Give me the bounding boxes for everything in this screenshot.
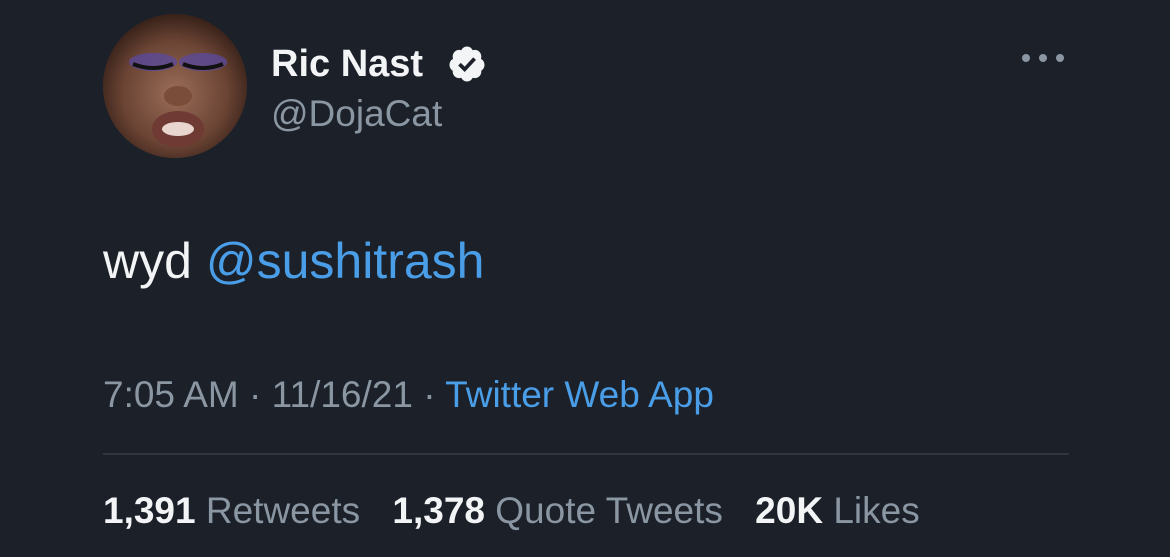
tweet-text: wyd @sushitrash: [103, 232, 484, 290]
tweet-card: Ric Nast @DojaCat wyd @sushitrash 7:05 A…: [0, 0, 1170, 557]
likes-stat[interactable]: 20K Likes: [755, 490, 920, 531]
tweet-meta: 7:05 AM · 11/16/21 · Twitter Web App: [103, 372, 714, 418]
tweet-time[interactable]: 7:05 AM: [103, 374, 239, 415]
quote-tweets-stat[interactable]: 1,378 Quote Tweets: [392, 490, 723, 531]
divider: [103, 453, 1069, 455]
tweet-body: wyd: [103, 233, 192, 289]
author-display-name[interactable]: Ric Nast: [271, 42, 423, 86]
author-handle[interactable]: @DojaCat: [271, 92, 442, 136]
quote-tweets-count: 1,378: [392, 490, 485, 531]
separator: ·: [423, 374, 436, 415]
quote-tweets-label: Quote Tweets: [495, 490, 723, 531]
dot: [1022, 54, 1030, 62]
mention-link[interactable]: @sushitrash: [206, 233, 485, 289]
retweets-stat[interactable]: 1,391 Retweets: [103, 490, 360, 531]
more-options-icon[interactable]: [1022, 48, 1064, 68]
dot: [1056, 54, 1064, 62]
tweet-stats: 1,391 Retweets 1,378 Quote Tweets 20K Li…: [103, 488, 942, 534]
likes-count: 20K: [755, 490, 824, 531]
dot: [1039, 54, 1047, 62]
tweet-date[interactable]: 11/16/21: [272, 374, 413, 415]
likes-label: Likes: [833, 490, 920, 531]
retweets-label: Retweets: [205, 490, 361, 531]
tweet-source-link[interactable]: Twitter Web App: [445, 374, 714, 415]
avatar-image: [103, 14, 247, 158]
separator: ·: [249, 374, 262, 415]
retweets-count: 1,391: [103, 490, 196, 531]
verified-badge-icon: [449, 46, 485, 82]
avatar[interactable]: [103, 14, 247, 158]
